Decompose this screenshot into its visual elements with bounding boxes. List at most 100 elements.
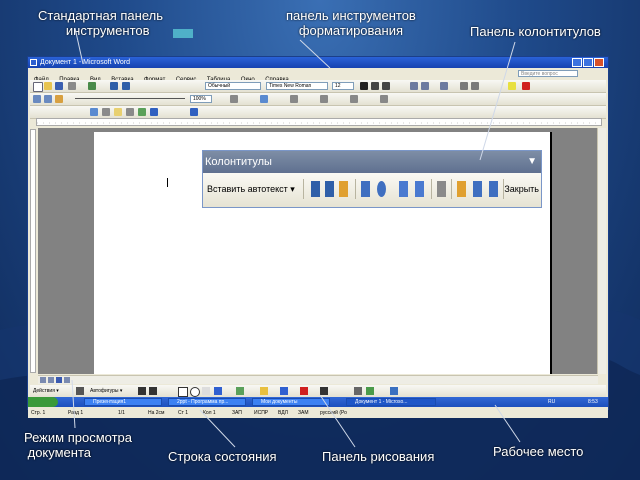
rectangle-icon[interactable] <box>178 387 188 397</box>
format-page-number-icon[interactable] <box>339 181 348 197</box>
status-track[interactable]: ИСПР <box>254 408 268 418</box>
standard-toolbar-marker <box>173 29 193 38</box>
help-question-input[interactable]: Введите вопрос <box>518 70 578 77</box>
sort-icon[interactable] <box>320 95 328 103</box>
drawing-actions-button[interactable]: Действия ▾ <box>33 385 59 397</box>
status-ovr[interactable]: ЗАМ <box>298 408 309 418</box>
drawing-toggle-icon[interactable] <box>55 95 63 103</box>
insert-date-icon[interactable] <box>361 181 370 197</box>
save-icon[interactable] <box>55 82 63 90</box>
header-footer-title-bar[interactable]: Колонтитулы ▼ <box>203 151 541 173</box>
columns-icon[interactable] <box>44 95 52 103</box>
callout-view-mode: Режим просмотра документа <box>24 430 132 460</box>
same-as-previous-icon[interactable] <box>437 181 446 197</box>
vertical-ruler[interactable] <box>30 129 36 373</box>
taskbar-item-ppt[interactable]: 2ppt - Программа пр... <box>168 398 246 406</box>
font-combo[interactable]: Times New Roman <box>266 82 328 90</box>
print-icon[interactable] <box>68 82 76 90</box>
autoshapes-button[interactable]: Автофигуры ▾ <box>90 385 122 397</box>
standard-formatting-toolbar: Обычный Times New Roman 12 <box>30 80 606 93</box>
header-footer-body: Вставить автотекст ▾ Закрыть <box>203 173 541 207</box>
status-rec[interactable]: ЗАП <box>232 408 242 418</box>
reviewing-icon[interactable] <box>102 108 110 116</box>
line-color-icon[interactable] <box>280 387 288 395</box>
open-folder-icon[interactable] <box>44 82 52 90</box>
undo-icon[interactable] <box>110 82 118 90</box>
horizontal-scrollbar[interactable] <box>38 375 598 384</box>
line-style-icon[interactable] <box>320 387 328 395</box>
taskbar-item-my-documents[interactable]: Мои документы <box>252 398 330 406</box>
show-hide-text-icon[interactable] <box>415 181 424 197</box>
track-changes-icon[interactable] <box>126 108 134 116</box>
redo-icon[interactable] <box>122 82 130 90</box>
style-combo[interactable]: Обычный <box>205 82 261 90</box>
comment-icon[interactable] <box>114 108 122 116</box>
taskbar-item-word-document[interactable]: Документ 1 - Microso... <box>346 398 436 406</box>
normal-view-button[interactable] <box>40 377 46 383</box>
align-left-icon[interactable] <box>410 82 418 90</box>
font-color-draw-icon[interactable] <box>300 387 308 395</box>
insert-autotext-button[interactable]: Вставить автотекст ▾ <box>207 183 295 195</box>
3d-icon[interactable] <box>366 387 374 395</box>
textbox-icon[interactable] <box>202 387 210 395</box>
insert-time-icon[interactable] <box>377 181 386 197</box>
new-document-icon[interactable] <box>33 82 43 92</box>
hyperlink-icon[interactable] <box>150 108 158 116</box>
show-previous-icon[interactable] <box>473 181 482 197</box>
web-tools-icon[interactable] <box>90 108 98 116</box>
insert-page-count-icon[interactable] <box>325 181 334 197</box>
print-view-button[interactable] <box>56 377 62 383</box>
font-size-combo[interactable]: 12 <box>332 82 354 90</box>
vertical-scrollbar[interactable] <box>597 128 606 374</box>
page-setup-icon[interactable] <box>399 181 408 197</box>
bullets-icon[interactable] <box>471 82 479 90</box>
insert-table-icon[interactable] <box>290 95 298 103</box>
clipart-icon[interactable] <box>236 387 244 395</box>
border-icon[interactable] <box>230 95 238 103</box>
show-next-icon[interactable] <box>489 181 498 197</box>
align-center-icon[interactable] <box>421 82 429 90</box>
wordart-icon[interactable] <box>214 387 222 395</box>
windows-taskbar: Презентация1 2ppt - Программа пр... Мои … <box>28 397 608 407</box>
font-color-icon[interactable] <box>522 82 530 90</box>
minimize-button[interactable] <box>572 58 582 67</box>
numbering-icon[interactable] <box>460 82 468 90</box>
separator <box>451 179 452 199</box>
outline-view-button[interactable] <box>64 377 70 383</box>
word-app-icon <box>30 59 37 66</box>
line-spacing-icon[interactable] <box>440 82 448 90</box>
shadow-icon[interactable] <box>354 387 362 395</box>
italic-icon[interactable] <box>371 82 379 90</box>
fill-color-icon[interactable] <box>260 387 268 395</box>
diagram-icon[interactable] <box>390 387 398 395</box>
taskbar-item-presentation[interactable]: Презентация1 <box>84 398 162 406</box>
autosum-icon[interactable] <box>350 95 358 103</box>
arrow-icon[interactable] <box>149 387 157 395</box>
line-icon[interactable] <box>138 387 146 395</box>
oval-icon[interactable] <box>190 387 200 397</box>
close-header-footer-button[interactable]: Закрыть <box>504 183 539 195</box>
document-map-icon[interactable] <box>190 108 198 116</box>
insert-page-number-icon[interactable] <box>311 181 320 197</box>
select-objects-icon[interactable] <box>76 387 84 395</box>
taskbar-language[interactable]: RU <box>548 397 555 407</box>
highlight-icon[interactable] <box>508 82 516 90</box>
underline-icon[interactable] <box>382 82 390 90</box>
bold-icon[interactable] <box>360 82 368 90</box>
tables-icon[interactable] <box>33 95 41 103</box>
status-page: Стр. 1 <box>31 410 46 416</box>
toolbar-options-icon[interactable]: ▼ <box>527 156 537 167</box>
horizontal-ruler[interactable] <box>36 118 603 126</box>
web-view-button[interactable] <box>48 377 54 383</box>
merge-cells-icon[interactable] <box>380 95 388 103</box>
secondary-toolbar: 100% <box>30 93 606 106</box>
switch-header-footer-icon[interactable] <box>457 181 466 197</box>
status-ext[interactable]: ВДЛ <box>278 408 288 418</box>
shading-icon[interactable] <box>260 95 268 103</box>
start-button[interactable] <box>28 397 58 407</box>
zoom-combo[interactable]: 100% <box>190 95 212 103</box>
spelling-icon[interactable] <box>88 82 96 90</box>
maximize-button[interactable] <box>583 58 593 67</box>
close-button[interactable] <box>594 58 604 67</box>
picture-icon[interactable] <box>138 108 146 116</box>
